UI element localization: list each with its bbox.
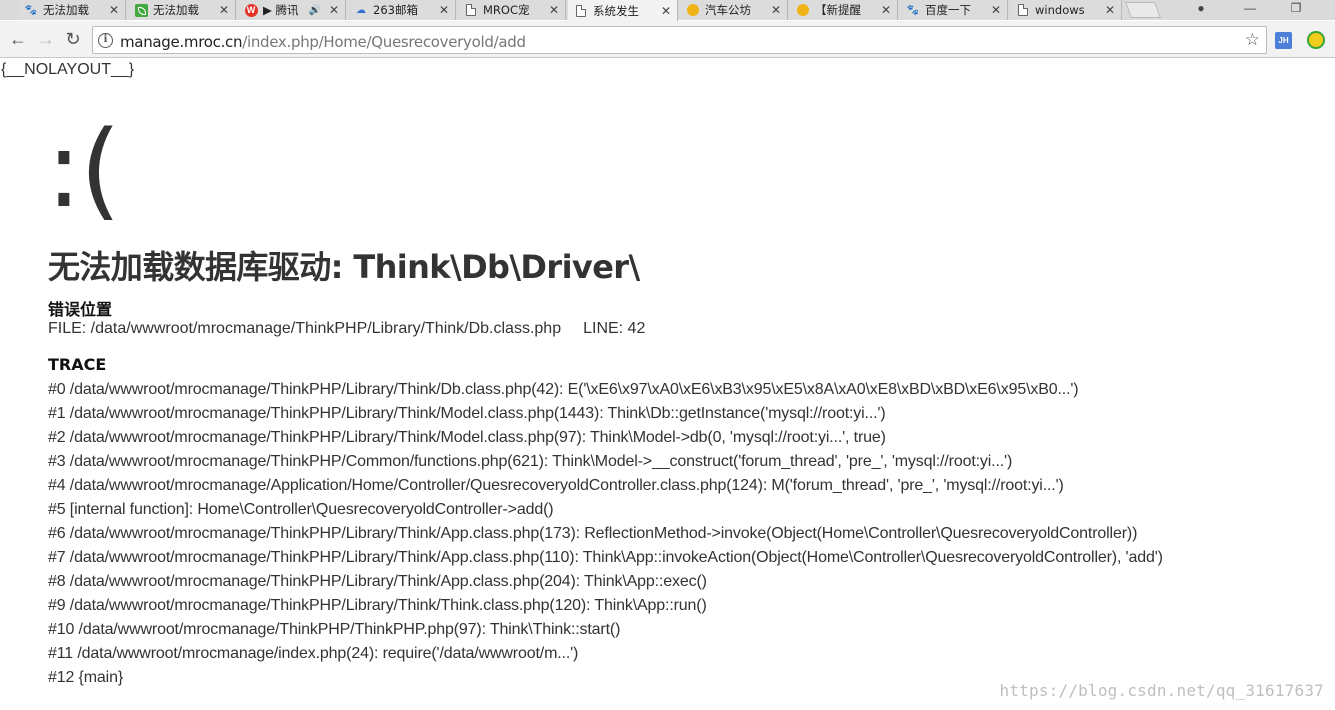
url-path: /index.php/Home/Quesrecoveryold/add xyxy=(242,33,526,51)
close-icon[interactable]: ✕ xyxy=(327,3,341,17)
bookmark-star-icon[interactable]: ☆ xyxy=(1245,30,1260,50)
cloud-icon: ☁ xyxy=(356,4,366,16)
close-icon[interactable]: ✕ xyxy=(989,3,1003,17)
close-icon[interactable]: ✕ xyxy=(547,3,561,17)
trace-heading: TRACE xyxy=(48,355,107,374)
tab-new-reminder[interactable]: 【新提醒 ✕ xyxy=(790,0,898,20)
restore-button[interactable]: ❐ xyxy=(1276,0,1316,20)
forward-button[interactable]: → xyxy=(36,29,56,49)
trace-item: #0 /data/wwwroot/mrocmanage/ThinkPHP/Lib… xyxy=(48,381,1079,398)
trace-item: #10 /data/wwwroot/mrocmanage/ThinkPHP/Th… xyxy=(48,621,621,638)
trace-item: #8 /data/wwwroot/mrocmanage/ThinkPHP/Lib… xyxy=(48,573,707,590)
tab-tencent[interactable]: W ▶ 腾讯 🔊 ✕ xyxy=(238,0,346,20)
trace-item: #2 /data/wwwroot/mrocmanage/ThinkPHP/Lib… xyxy=(48,429,886,446)
tab-label: ▶ 腾讯 xyxy=(263,3,299,17)
info-icon[interactable]: i xyxy=(98,33,113,48)
sun-icon xyxy=(797,4,809,16)
tab-qiche[interactable]: 汽车公坊 ✕ xyxy=(680,0,788,20)
tab-label: 无法加载 xyxy=(43,3,89,17)
nolayout-placeholder: {__NOLAYOUT__} xyxy=(1,61,135,78)
reload-button[interactable]: ↻ xyxy=(63,29,83,49)
close-icon[interactable]: ✕ xyxy=(437,3,451,17)
tab-wufajiazai-2[interactable]: 无法加载 ✕ xyxy=(128,0,236,20)
tab-label: 汽车公坊 xyxy=(705,3,751,17)
trace-item: #11 /data/wwwroot/mrocmanage/index.php(2… xyxy=(48,645,579,662)
document-icon xyxy=(576,4,586,17)
document-icon xyxy=(1018,4,1028,16)
tab-label: 【新提醒 xyxy=(815,3,861,17)
tab-label: MROC宠 xyxy=(483,3,530,17)
close-icon[interactable]: ✕ xyxy=(769,3,783,17)
paw-icon: 🐾 xyxy=(906,4,920,16)
new-tab-button[interactable] xyxy=(1125,2,1161,18)
tab-label: 百度一下 xyxy=(925,3,971,17)
browser-toolbar: ← → ↻ i manage.mroc.cn/index.php/Home/Qu… xyxy=(0,21,1335,58)
error-file: FILE: /data/wwwroot/mrocmanage/ThinkPHP/… xyxy=(48,320,562,337)
close-icon[interactable]: ✕ xyxy=(879,3,893,17)
csdn-watermark: https://blog.csdn.net/qq_31617637 xyxy=(999,681,1324,700)
trace-list: #0 /data/wwwroot/mrocmanage/ThinkPHP/Lib… xyxy=(48,378,1328,690)
error-title: 无法加载数据库驱动: Think\Db\Driver\ xyxy=(48,248,640,286)
jh-extension-icon[interactable]: JH xyxy=(1275,32,1292,49)
tab-label: 263邮箱 xyxy=(373,3,418,17)
close-icon[interactable]: ✕ xyxy=(107,3,121,17)
back-button[interactable]: ← xyxy=(8,29,28,49)
trace-item: #3 /data/wwwroot/mrocmanage/ThinkPHP/Com… xyxy=(48,453,1013,470)
tab-strip: 🐾 无法加载 ✕ 无法加载 ✕ W ▶ 腾讯 🔊 ✕ ☁ 263邮箱 ✕ MRO… xyxy=(0,0,1335,21)
leaf-icon xyxy=(134,3,148,17)
trace-item: #9 /data/wwwroot/mrocmanage/ThinkPHP/Lib… xyxy=(48,597,707,614)
trace-item: #6 /data/wwwroot/mrocmanage/ThinkPHP/Lib… xyxy=(48,525,1138,542)
address-bar[interactable]: i manage.mroc.cn/index.php/Home/Quesreco… xyxy=(92,26,1267,54)
close-icon[interactable]: ✕ xyxy=(1103,3,1117,17)
close-icon[interactable]: ✕ xyxy=(217,3,231,17)
error-location-heading: 错误位置 xyxy=(48,300,113,319)
trace-item: #5 [internal function]: Home\Controller\… xyxy=(48,501,554,518)
weibo-icon: W xyxy=(244,3,258,17)
document-icon xyxy=(466,4,476,16)
tab-label: 系统发生 xyxy=(593,3,639,18)
sad-face: :( xyxy=(46,108,121,231)
trace-item: #7 /data/wwwroot/mrocmanage/ThinkPHP/Lib… xyxy=(48,549,1163,566)
sun-icon xyxy=(687,4,699,16)
url-text[interactable]: manage.mroc.cn/index.php/Home/Quesrecove… xyxy=(120,33,526,51)
tab-system-error[interactable]: 系统发生 ✕ xyxy=(568,0,678,21)
tab-wufajiazai-1[interactable]: 🐾 无法加载 ✕ xyxy=(18,0,126,20)
audio-icon[interactable]: 🔊 xyxy=(309,5,321,16)
profile-icon[interactable]: ● xyxy=(1181,0,1221,20)
trace-item: #1 /data/wwwroot/mrocmanage/ThinkPHP/Lib… xyxy=(48,405,886,422)
tab-windows[interactable]: windows ✕ xyxy=(1010,0,1122,20)
tab-baidu[interactable]: 🐾 百度一下 ✕ xyxy=(900,0,1008,20)
url-host: manage.mroc.cn xyxy=(120,33,243,51)
tab-label: windows xyxy=(1035,3,1085,17)
tab-mroc[interactable]: MROC宠 ✕ xyxy=(458,0,566,20)
tab-label: 无法加载 xyxy=(153,3,199,17)
error-file-line: FILE: /data/wwwroot/mrocmanage/ThinkPHP/… xyxy=(48,320,645,338)
error-line: LINE: 42 xyxy=(583,320,646,337)
tab-263-mail[interactable]: ☁ 263邮箱 ✕ xyxy=(348,0,456,20)
trace-item: #4 /data/wwwroot/mrocmanage/Application/… xyxy=(48,477,1064,494)
minimize-button[interactable]: — xyxy=(1230,0,1270,20)
paw-icon: 🐾 xyxy=(24,4,38,16)
close-icon[interactable]: ✕ xyxy=(659,4,673,18)
extension-icon[interactable] xyxy=(1307,31,1325,49)
